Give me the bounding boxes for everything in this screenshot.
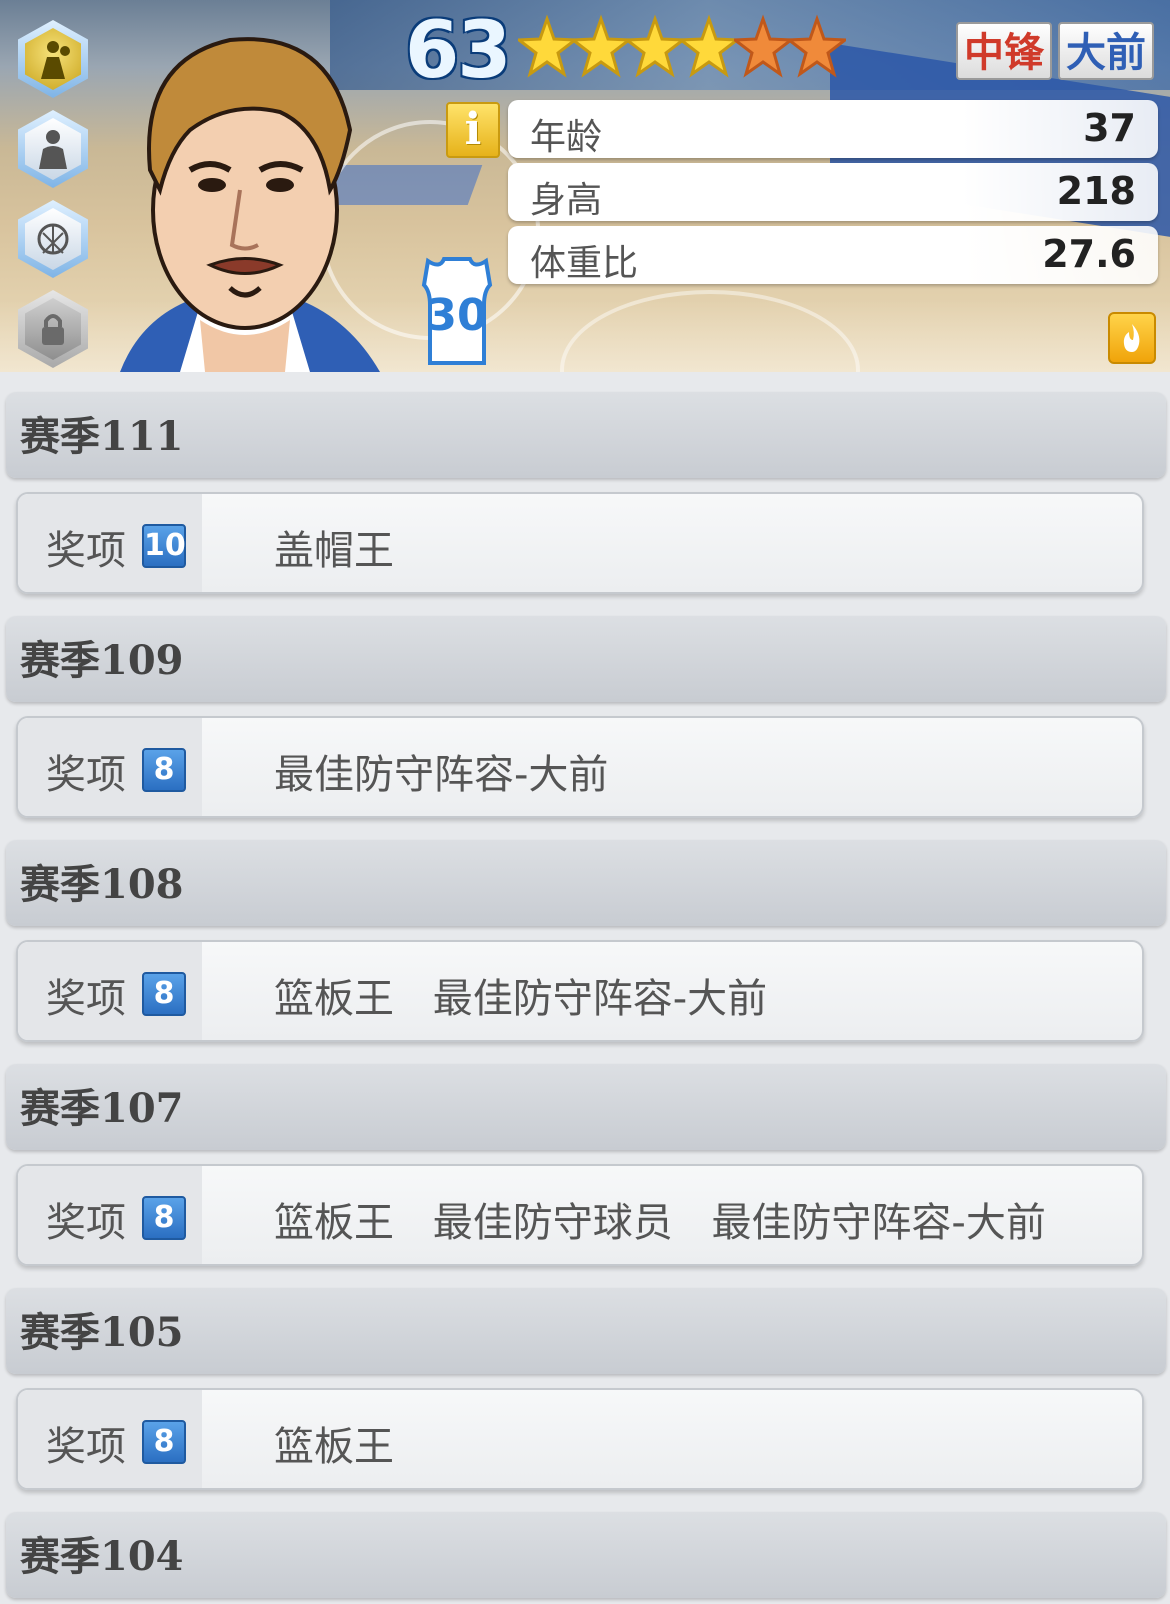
award-row[interactable]: 奖项 10 盖帽王 (16, 492, 1144, 594)
basketball-hoop-icon[interactable] (18, 200, 88, 278)
award-names: 最佳防守阵容-大前 (274, 742, 634, 800)
info-button[interactable]: i (446, 102, 500, 158)
award-label: 奖项 (46, 1424, 126, 1470)
award-count-badge: 10 (142, 524, 186, 568)
award-label: 奖项 (46, 528, 126, 574)
award-row[interactable]: 奖项 8 篮板王 (16, 1388, 1144, 1490)
award-row[interactable]: 奖项 8 篮板王 最佳防守阵容-大前 (16, 940, 1144, 1042)
star-orange-icon (788, 14, 846, 78)
season-title: 赛季105 (20, 1309, 184, 1356)
silhouette-icon[interactable] (18, 110, 88, 188)
player-card-header: 30 63 中锋 大前 i 年龄 37 身高 218 体重比 27.6 (0, 0, 1170, 372)
stat-label: 身高 (530, 180, 603, 221)
star-gold-icon (680, 14, 738, 78)
season-header: 赛季105 (6, 1288, 1166, 1374)
player-avatar (120, 37, 380, 372)
award-label: 奖项 (46, 1200, 126, 1246)
award-count-badge: 8 (142, 972, 186, 1016)
award-names: 篮板王 最佳防守阵容-大前 (274, 966, 793, 1024)
award-name: 盖帽王 (274, 528, 394, 574)
star-rating (518, 14, 846, 80)
season-title: 赛季108 (20, 861, 184, 908)
season-header: 赛季108 (6, 840, 1166, 926)
lock-icon[interactable] (18, 290, 88, 368)
award-row[interactable]: 奖项 8 最佳防守阵容-大前 (16, 716, 1144, 818)
stat-row-age: 年龄 37 (508, 100, 1158, 158)
jersey-number: 30 (426, 290, 488, 341)
player-awards-screen: 30 63 中锋 大前 i 年龄 37 身高 218 体重比 27.6 赛季11… (0, 0, 1170, 1604)
season-title: 赛季104 (20, 1533, 184, 1580)
fire-icon[interactable] (1108, 312, 1156, 364)
season-header: 赛季109 (6, 616, 1166, 702)
award-name: 最佳防守阵容-大前 (711, 1200, 1046, 1246)
award-count-badge: 8 (142, 1196, 186, 1240)
season-header: 赛季104 (6, 1512, 1166, 1598)
award-count-badge: 8 (142, 1420, 186, 1464)
award-name: 篮板王 (274, 976, 394, 1022)
season-header: 赛季111 (6, 392, 1166, 478)
position-tag-power-forward: 大前 (1058, 22, 1154, 80)
award-name: 最佳防守阵容-大前 (432, 976, 768, 1022)
season-title: 赛季107 (20, 1085, 184, 1132)
stat-value: 218 (1056, 169, 1136, 213)
award-label: 奖项 (46, 752, 126, 798)
award-label: 奖项 (46, 976, 126, 1022)
stat-label: 体重比 (530, 243, 639, 284)
stat-row-height: 身高 218 (508, 163, 1158, 221)
season-title: 赛季111 (20, 413, 184, 460)
player-icon[interactable] (18, 20, 88, 98)
award-name: 最佳防守阵容-大前 (274, 752, 609, 798)
stat-row-weight-ratio: 体重比 27.6 (508, 226, 1158, 284)
position-tags: 中锋 大前 (956, 22, 1154, 80)
season-header: 赛季107 (6, 1064, 1166, 1150)
star-gold-icon (626, 14, 684, 78)
award-row[interactable]: 奖项 8 篮板王 最佳防守球员 最佳防守阵容-大前 (16, 1164, 1144, 1266)
star-gold-icon (572, 14, 630, 78)
overall-rating: 63 (405, 6, 512, 96)
award-count-badge: 8 (142, 748, 186, 792)
stat-value: 37 (1083, 106, 1136, 150)
stat-value: 27.6 (1042, 232, 1136, 276)
star-orange-icon (734, 14, 792, 78)
award-name: 篮板王 (274, 1200, 394, 1246)
position-tag-center: 中锋 (956, 22, 1052, 80)
award-name: 篮板王 (274, 1424, 394, 1470)
season-title: 赛季109 (20, 637, 184, 684)
stat-label: 年龄 (530, 117, 603, 158)
award-names: 篮板王 (274, 1414, 420, 1472)
star-gold-icon (518, 14, 576, 78)
award-names: 盖帽王 (274, 518, 420, 576)
award-name: 最佳防守球员 (432, 1200, 673, 1246)
award-names: 篮板王 最佳防守球员 最佳防守阵容-大前 (274, 1190, 1072, 1248)
